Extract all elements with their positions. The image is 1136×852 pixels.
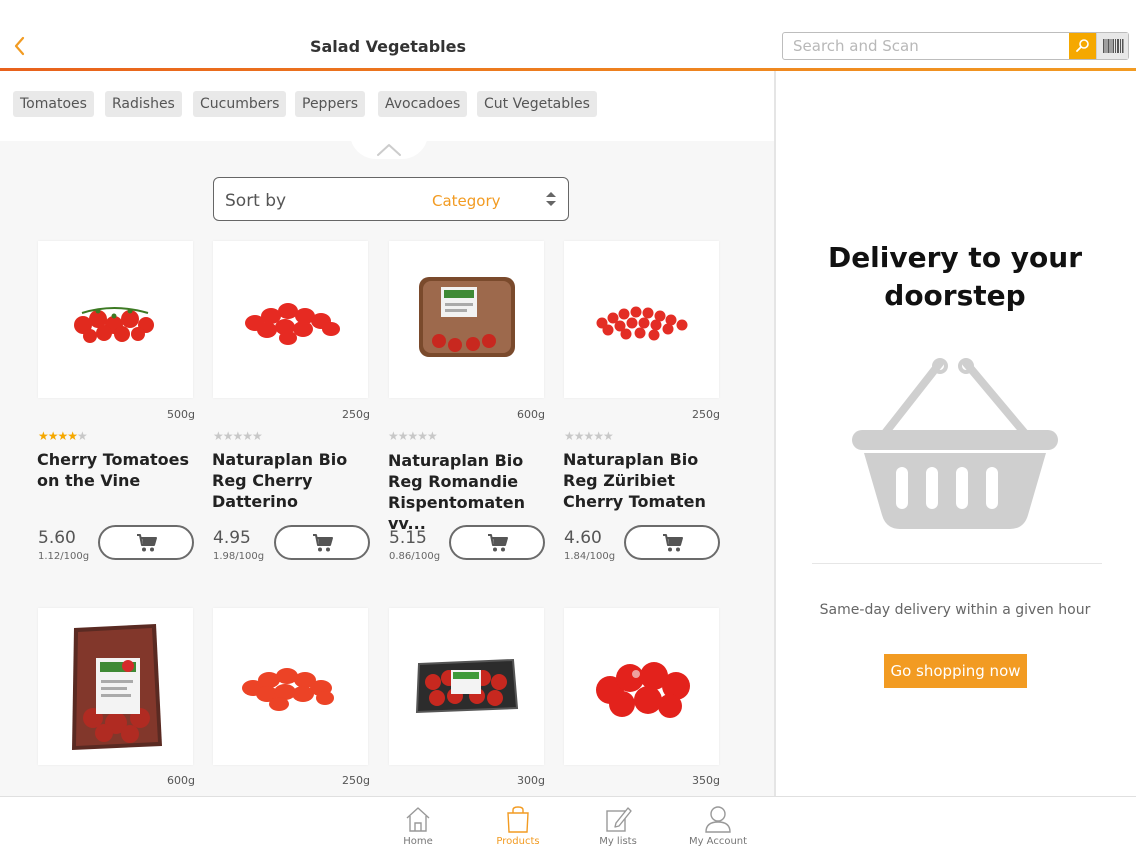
product-unit-price: 1.84/100g	[564, 551, 616, 562]
bag-icon	[507, 806, 529, 833]
tab-my-account[interactable]: My Account	[678, 797, 758, 852]
bagged-tomatoes-image	[72, 624, 162, 750]
barcode-icon	[1102, 39, 1123, 53]
promo-text: Same-day delivery within a given hour	[819, 602, 1091, 618]
tab-my-lists[interactable]: My lists	[578, 797, 658, 852]
category-chip-radishes[interactable]: Radishes	[105, 91, 182, 117]
product-name[interactable]: Cherry Tomatoes on the Vine	[37, 449, 202, 491]
datterino-tomatoes-image	[245, 303, 340, 345]
tomato-punnet-image	[415, 658, 519, 714]
home-icon	[406, 807, 430, 832]
sort-arrows-icon	[546, 192, 556, 206]
promo-title: Delivery to your doorstep	[827, 241, 1083, 312]
rating-stars: ★★★★★	[213, 429, 263, 443]
category-chip-cucumbers[interactable]: Cucumbers	[193, 91, 287, 117]
product-weight: 500g	[167, 408, 195, 421]
add-to-cart-button[interactable]	[98, 525, 194, 560]
category-chip-cut-vegetables[interactable]: Cut Vegetables	[477, 91, 597, 117]
packaged-tomatoes-tray-image	[419, 277, 515, 357]
rating-stars: ★★★★★	[564, 429, 614, 443]
tab-home[interactable]: Home	[378, 797, 458, 852]
search-input[interactable]	[783, 33, 1068, 59]
go-shopping-button[interactable]: Go shopping now	[884, 654, 1027, 688]
delivery-promo-panel: Delivery to your doorstep Same-day deliv…	[776, 71, 1136, 796]
product-weight: 250g	[342, 774, 370, 787]
tab-label: My Account	[688, 836, 748, 847]
cart-icon	[663, 534, 683, 552]
product-price: 5.60	[38, 528, 76, 548]
product-image-cherry-tomatoes-vine[interactable]	[38, 241, 193, 398]
product-image-zuribiet-cherry[interactable]	[564, 241, 719, 398]
collapse-filters-button[interactable]	[350, 133, 428, 159]
small-cherry-tomatoes-image	[596, 306, 688, 341]
product-name[interactable]: Naturaplan Bio Reg Romandie Rispentomate…	[388, 450, 553, 534]
cart-icon	[137, 534, 157, 552]
product-weight: 300g	[517, 774, 545, 787]
product-name[interactable]: Naturaplan Bio Reg Cherry Datterino	[212, 449, 377, 512]
product-image-round-tomatoes[interactable]	[564, 608, 719, 765]
top-bar: Salad Vegetables	[0, 0, 1136, 68]
product-image-plum-cherry-tomatoes[interactable]	[213, 608, 368, 765]
barcode-scan-button[interactable]	[1096, 33, 1128, 59]
cart-icon	[313, 534, 333, 552]
product-name[interactable]: Naturaplan Bio Reg Züribiet Cherry Tomat…	[563, 449, 728, 512]
add-to-cart-button[interactable]	[274, 525, 370, 560]
promo-divider	[812, 563, 1102, 564]
rating-stars: ★★★★★	[38, 429, 88, 443]
cart-icon	[488, 534, 508, 552]
product-image-cherry-datterino[interactable]	[213, 241, 368, 398]
product-image-bagged-tomatoes[interactable]	[38, 608, 193, 765]
plum-cherry-tomatoes-image	[242, 668, 334, 711]
rating-stars: ★★★★★	[388, 429, 438, 443]
sort-label: Sort by	[225, 191, 287, 211]
product-unit-price: 1.12/100g	[38, 551, 90, 562]
category-filter-bar: Tomatoes Radishes Cucumbers Peppers Avoc…	[0, 71, 774, 141]
category-chip-avocadoes[interactable]: Avocadoes	[378, 91, 468, 117]
tab-label: My lists	[599, 836, 637, 847]
tab-label: Home	[403, 836, 433, 847]
search-button[interactable]	[1069, 33, 1096, 59]
category-chip-tomatoes[interactable]: Tomatoes	[13, 91, 94, 117]
category-chip-peppers[interactable]: Peppers	[295, 91, 365, 117]
cherry-tomato-vine-image	[74, 307, 154, 343]
round-tomatoes-image	[596, 662, 690, 718]
edit-list-icon	[606, 807, 632, 832]
product-weight: 600g	[517, 408, 545, 421]
product-weight: 250g	[692, 408, 720, 421]
product-price: 5.15	[389, 528, 427, 548]
product-unit-price: 0.86/100g	[389, 551, 441, 562]
product-price: 4.95	[213, 528, 251, 548]
product-price: 4.60	[564, 528, 602, 548]
product-weight: 350g	[692, 774, 720, 787]
sort-select[interactable]: Sort by Category	[213, 177, 569, 221]
search-bar	[782, 32, 1129, 60]
product-unit-price: 1.98/100g	[213, 551, 265, 562]
add-to-cart-button[interactable]	[449, 525, 545, 560]
product-list-pane: Tomatoes Radishes Cucumbers Peppers Avoc…	[0, 71, 774, 796]
chevron-up-icon	[377, 144, 401, 156]
sort-value: Category	[432, 192, 501, 210]
search-icon	[1076, 39, 1089, 52]
product-image-romandie-rispentomaten[interactable]	[389, 241, 544, 398]
basket-icon	[852, 358, 1058, 529]
bottom-tab-bar: Home Products My lists My Account	[0, 796, 1136, 852]
product-weight: 250g	[342, 408, 370, 421]
tab-products[interactable]: Products	[478, 797, 558, 852]
page-title: Salad Vegetables	[309, 37, 467, 56]
product-image-tomato-punnet[interactable]	[389, 608, 544, 765]
tab-label: Products	[496, 836, 540, 847]
add-to-cart-button[interactable]	[624, 525, 720, 560]
user-icon	[705, 806, 731, 833]
product-weight: 600g	[167, 774, 195, 787]
